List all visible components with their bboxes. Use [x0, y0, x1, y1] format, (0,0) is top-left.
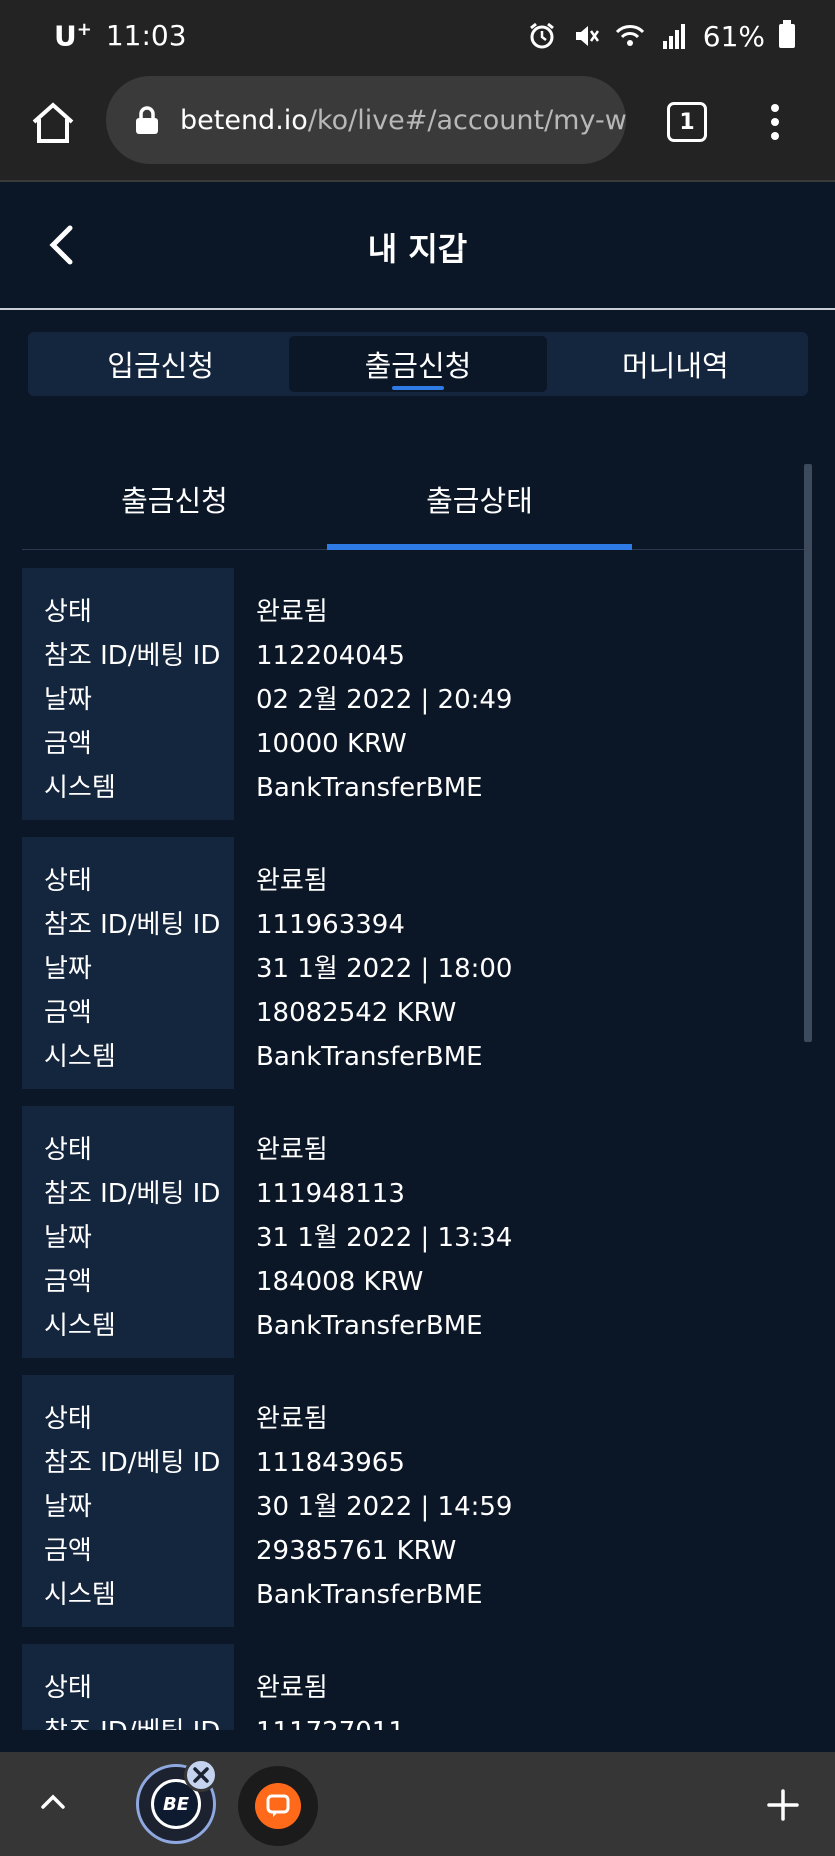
battery-icon — [779, 20, 795, 48]
list-item: 상태 참조 ID/베팅 ID 날짜 금액 시스템 완료됨 112204045 0… — [22, 568, 802, 820]
list-item: 상태 참조 ID/베팅 ID 날짜 금액 시스템 완료됨 111843965 3… — [22, 1375, 802, 1627]
record-values: 완료됨 111843965 30 1월 2022 | 14:59 2938576… — [22, 1375, 802, 1627]
list-item: 상태 참조 ID/베팅 ID 날짜 금액 시스템 완료됨 111948113 3… — [22, 1106, 802, 1358]
record-values: 완료됨 111727011 — [22, 1644, 802, 1730]
tab-money-history[interactable]: 머니내역 — [547, 336, 804, 392]
value-status: 완료됨 — [256, 1135, 328, 1165]
value-ref-id: 112204045 — [256, 641, 405, 671]
value-status: 완료됨 — [256, 597, 328, 627]
home-icon — [32, 102, 74, 143]
subtab-withdraw-request[interactable]: 출금신청 — [22, 448, 327, 549]
url-path: /ko/live#/account/my-wa — [307, 104, 626, 136]
status-bar: U+ 11:03 61% — [0, 0, 835, 72]
value-system: BankTransferBME — [256, 1042, 483, 1072]
carrier-sup: + — [76, 19, 92, 41]
carrier-name: U — [54, 19, 77, 53]
wifi-icon — [615, 21, 645, 51]
value-date: 31 1월 2022 | 13:34 — [256, 1223, 513, 1253]
value-amount: 29385761 KRW — [256, 1536, 457, 1566]
tab-count: 1 — [679, 109, 695, 135]
alarm-icon — [527, 21, 557, 51]
logo-text: BE — [162, 1793, 189, 1815]
value-ref-id: 111948113 — [256, 1179, 405, 1209]
record-values: 완료됨 111948113 31 1월 2022 | 13:34 184008 … — [22, 1106, 802, 1358]
value-status: 완료됨 — [256, 866, 328, 896]
list-item: 상태 참조 ID/베팅 ID 날짜 금액 시스템 완료됨 111727011 — [22, 1644, 802, 1730]
mute-icon — [571, 21, 601, 51]
record-values: 완료됨 111963394 31 1월 2022 | 18:00 1808254… — [22, 837, 802, 1089]
url-host: betend.io — [180, 104, 308, 136]
value-system: BankTransferBME — [256, 1311, 483, 1341]
value-status: 완료됨 — [256, 1404, 328, 1434]
value-date: 30 1월 2022 | 14:59 — [256, 1492, 513, 1522]
main-tabs: 입금신청 출금신청 머니내역 — [28, 332, 808, 396]
address-bar[interactable]: betend.io/ko/live#/account/my-wa — [106, 76, 626, 164]
close-bubble-button[interactable] — [184, 1758, 218, 1792]
bottom-bar: BE — [0, 1752, 835, 1856]
page-title: 내 지갑 — [367, 230, 468, 268]
value-ref-id: 111843965 — [256, 1448, 405, 1478]
status-left: U+ 11:03 — [54, 19, 187, 52]
chat-icon — [255, 1783, 301, 1829]
value-amount: 18082542 KRW — [256, 998, 457, 1028]
status-right: 61% — [527, 20, 795, 53]
battery-percent: 61% — [702, 19, 765, 53]
value-ref-id: 111963394 — [256, 910, 405, 940]
signal-icon — [659, 21, 689, 51]
subtab-withdraw-status[interactable]: 출금상태 — [327, 448, 632, 550]
value-system: BankTransferBME — [256, 773, 483, 803]
add-bubble-button[interactable] — [766, 1788, 800, 1822]
tab-switcher-button[interactable]: 1 — [667, 102, 707, 142]
value-date: 31 1월 2022 | 18:00 — [256, 954, 513, 984]
close-icon — [193, 1767, 209, 1783]
list-item: 상태 참조 ID/베팅 ID 날짜 금액 시스템 완료됨 111963394 3… — [22, 837, 802, 1089]
app-bubble-chat[interactable] — [238, 1766, 318, 1846]
value-ref-id: 111727011 — [256, 1710, 802, 1730]
clock-time: 11:03 — [105, 19, 187, 53]
tab-withdraw-request[interactable]: 출금신청 — [289, 336, 547, 392]
record-values: 완료됨 112204045 02 2월 2022 | 20:49 10000 K… — [22, 568, 802, 820]
plus-icon — [767, 1789, 799, 1821]
chevron-up-icon — [41, 1794, 65, 1809]
value-status: 완료됨 — [256, 1673, 328, 1703]
tab-deposit-request[interactable]: 입금신청 — [32, 336, 289, 392]
value-amount: 184008 KRW — [256, 1267, 424, 1297]
browser-menu-button[interactable] — [760, 100, 790, 144]
more-vert-icon — [771, 104, 779, 140]
value-date: 02 2월 2022 | 20:49 — [256, 685, 513, 715]
sub-tabs: 출금신청 출금상태 — [22, 448, 812, 550]
home-button[interactable] — [28, 98, 78, 148]
withdrawal-list: 상태 참조 ID/베팅 ID 날짜 금액 시스템 완료됨 112204045 0… — [22, 568, 802, 1730]
collapse-button[interactable] — [38, 1786, 68, 1816]
carrier-label: U+ — [54, 19, 92, 52]
url-text: betend.io/ko/live#/account/my-wa — [180, 105, 626, 136]
scrollbar[interactable] — [804, 464, 812, 1042]
lock-icon — [136, 106, 158, 134]
value-system: BankTransferBME — [256, 1580, 483, 1610]
browser-toolbar: betend.io/ko/live#/account/my-wa 1 — [0, 72, 835, 182]
app-header: 내 지갑 — [0, 182, 835, 310]
value-amount: 10000 KRW — [256, 729, 407, 759]
